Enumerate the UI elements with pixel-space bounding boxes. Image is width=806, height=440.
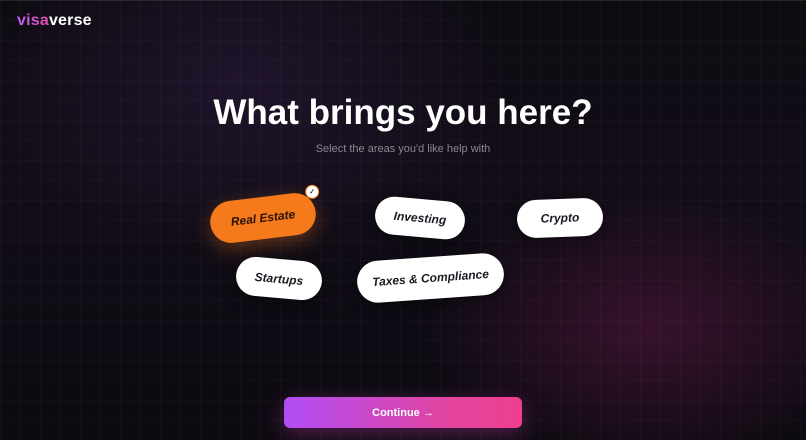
option-label: Taxes & Compliance — [371, 266, 490, 290]
continue-button[interactable]: Continue → — [284, 397, 522, 428]
option-label: Crypto — [540, 210, 580, 226]
top-border — [0, 0, 806, 1]
option-startups[interactable]: Startups — [234, 255, 324, 302]
logo[interactable]: visaverse — [17, 12, 92, 30]
option-crypto[interactable]: Crypto — [516, 197, 604, 239]
page-title: What brings you here? — [213, 93, 593, 132]
option-label: Startups — [254, 269, 304, 288]
option-label: Investing — [393, 208, 447, 228]
option-label: Real Estate — [230, 207, 296, 229]
logo-part-visa: visa — [17, 12, 49, 29]
logo-part-verse: verse — [48, 12, 92, 29]
page-subtitle: Select the areas you'd like help with — [315, 143, 491, 155]
